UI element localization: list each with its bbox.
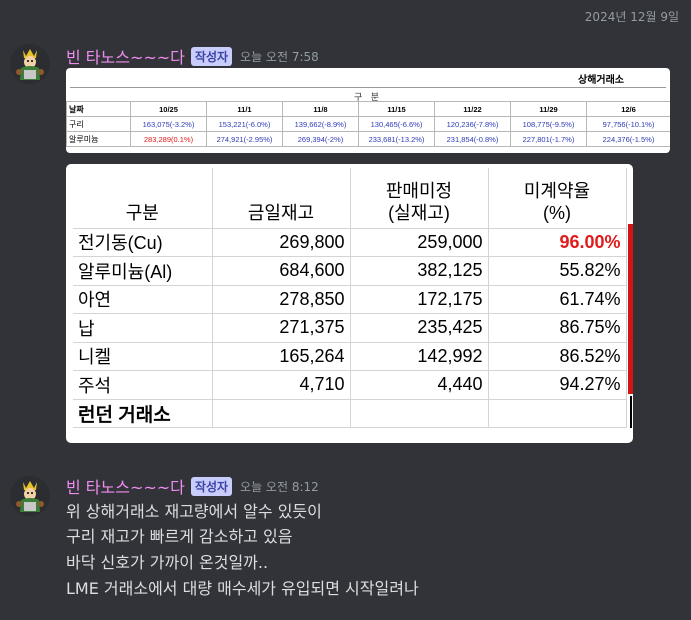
ratio-cell: 96.00% <box>488 228 627 257</box>
avatar[interactable] <box>10 44 50 84</box>
date-cell: 11/29 <box>510 101 587 117</box>
divider <box>70 87 666 88</box>
stock-cell: 165,264 <box>212 342 351 371</box>
timestamp: 오늘 오전 8:12 <box>240 479 319 494</box>
unsold-cell: 235,425 <box>350 313 489 343</box>
message-text-line: 위 상해거래소 재고량에서 알수 있듯이 <box>66 502 322 521</box>
table-cell: 97,756(-10.1%) <box>586 116 670 132</box>
table-cell: 233,681(-13.2%) <box>358 131 435 147</box>
table-row: 전기동(Cu) 269,800 259,000 96.00% <box>73 228 627 257</box>
message-header: 빈 타노스~~~다 작성자 오늘 오전 7:58 <box>66 44 319 68</box>
metal-name: 아연 <box>73 285 213 314</box>
metal-name: 주석 <box>73 370 213 400</box>
date-cell: 11/22 <box>434 101 511 117</box>
header-cell: 미계약율 (%) <box>488 168 627 229</box>
metal-name: 알루미늄(Al) <box>73 256 213 286</box>
header-line: 판매미정 <box>385 180 453 201</box>
empty-cell <box>488 399 627 428</box>
date-cell: 11/15 <box>358 101 435 117</box>
unsold-cell: 4,440 <box>350 370 489 400</box>
message-text-line: 구리 재고가 빠르게 감소하고 있음 <box>66 527 293 546</box>
avatar-image <box>10 44 50 84</box>
table-row: 납 271,375 235,425 86.75% <box>73 313 627 343</box>
header-line: 미계약율 <box>523 180 591 201</box>
unsold-cell: 172,175 <box>350 285 489 314</box>
stock-cell: 271,375 <box>212 313 351 343</box>
stock-cell: 4,710 <box>212 370 351 400</box>
ratio-cell: 94.27% <box>488 370 627 400</box>
table-cell: 227,801(-1.7%) <box>510 131 587 147</box>
date-cell: 11/1 <box>206 101 283 117</box>
lme-table: 구분 금일재고 판매미정 (실재고) 미계약율 (%) 전기동(Cu) 269,… <box>73 168 627 428</box>
message-text-line: 바닥 신호가 가까이 온것일까.. <box>66 553 269 572</box>
exchange-title: 상해거래소 <box>578 75 624 86</box>
table-row: 아연 278,850 172,175 61.74% <box>73 285 627 314</box>
ratio-cell: 86.52% <box>488 342 627 371</box>
shanghai-table: 날짜 10/25 11/1 11/8 11/15 11/22 11/29 12/… <box>66 101 670 147</box>
table-cell: 224,376(-1.5%) <box>586 131 670 147</box>
lme-inventory-image[interactable]: 구분 금일재고 판매미정 (실재고) 미계약율 (%) 전기동(Cu) 269,… <box>66 164 633 443</box>
table-row: 구리 163,075(-3.2%) 153,221(-6.0%) 139,662… <box>66 116 670 132</box>
table-cell: 274,921(-2.95%) <box>206 131 283 147</box>
table-row: 니켈 165,264 142,992 86.52% <box>73 342 627 371</box>
avatar-image <box>10 476 50 516</box>
table-cell: 269,394(-2%) <box>282 131 359 147</box>
date-cell: 10/25 <box>130 101 207 117</box>
unsold-cell: 259,000 <box>350 228 489 257</box>
username[interactable]: 빈 타노스~~~다 <box>66 474 185 498</box>
table-cell: 153,221(-6.0%) <box>206 116 283 132</box>
header-line: (실재고) <box>388 202 450 223</box>
table-header-row: 구분 금일재고 판매미정 (실재고) 미계약율 (%) <box>73 168 627 229</box>
unsold-cell: 142,992 <box>350 342 489 371</box>
row-label: 구리 <box>66 116 131 132</box>
header-line: 구분 <box>125 202 159 223</box>
header-cell: 판매미정 (실재고) <box>350 168 489 229</box>
message-header: 빈 타노스~~~다 작성자 오늘 오전 8:12 <box>66 474 319 498</box>
header-line: 금일재고 <box>247 202 315 223</box>
border-bar <box>630 396 632 428</box>
table-row: 알루미늄(Al) 684,600 382,125 55.82% <box>73 256 627 286</box>
unsold-cell: 382,125 <box>350 256 489 286</box>
table-cell: 283,289(0.1%) <box>130 131 207 147</box>
date-cell: 11/8 <box>282 101 359 117</box>
table-cell: 139,662(-8.9%) <box>282 116 359 132</box>
table-row: 주석 4,710 4,440 94.27% <box>73 370 627 400</box>
avatar[interactable] <box>10 476 50 516</box>
stock-cell: 269,800 <box>212 228 351 257</box>
metal-name: 전기동(Cu) <box>73 228 213 257</box>
stock-cell: 684,600 <box>212 256 351 286</box>
date-divider: 2024년 12월 9일 <box>584 10 679 24</box>
table-cell: 108,775(-9.5%) <box>510 116 587 132</box>
metal-name: 니켈 <box>73 342 213 371</box>
stock-cell: 278,850 <box>212 285 351 314</box>
highlight-bar <box>628 224 633 394</box>
message-text-line: LME 거래소에서 대량 매수세가 유입되면 시작일려나 <box>66 579 419 598</box>
table-cell: 130,465(-6.6%) <box>358 116 435 132</box>
footer-label: 런던 거래소 <box>73 399 213 428</box>
table-row: 런던 거래소 <box>73 399 627 428</box>
author-badge: 작성자 <box>190 46 233 66</box>
timestamp: 오늘 오전 7:58 <box>240 49 319 64</box>
empty-cell <box>212 399 351 428</box>
empty-cell <box>350 399 489 428</box>
shanghai-inventory-image[interactable]: 상해거래소 구 분 날짜 10/25 11/1 11/8 11/15 11/22… <box>66 68 670 153</box>
ratio-cell: 86.75% <box>488 313 627 343</box>
table-cell: 163,075(-3.2%) <box>130 116 207 132</box>
row-label: 알루미늄 <box>66 131 131 147</box>
author-badge: 작성자 <box>190 476 233 496</box>
table-row: 알루미늄 283,289(0.1%) 274,921(-2.95%) 269,3… <box>66 131 670 147</box>
date-label: 날짜 <box>66 101 131 117</box>
header-cell: 금일재고 <box>212 168 351 229</box>
table-header-row: 날짜 10/25 11/1 11/8 11/15 11/22 11/29 12/… <box>66 101 670 117</box>
metal-name: 납 <box>73 313 213 343</box>
ratio-cell: 55.82% <box>488 256 627 286</box>
header-line: (%) <box>543 202 571 223</box>
table-cell: 120,236(-7.8%) <box>434 116 511 132</box>
header-cell: 구분 <box>73 168 213 229</box>
date-cell: 12/6 <box>586 101 670 117</box>
ratio-cell: 61.74% <box>488 285 627 314</box>
username[interactable]: 빈 타노스~~~다 <box>66 44 185 68</box>
table-cell: 231,854(-0.8%) <box>434 131 511 147</box>
